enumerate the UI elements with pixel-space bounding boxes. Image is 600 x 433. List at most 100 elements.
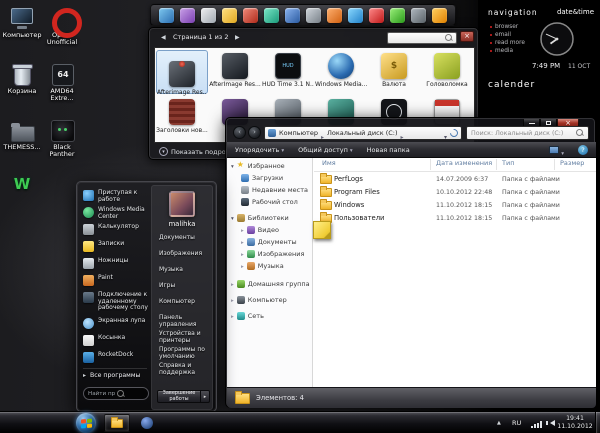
share-button[interactable]: Общий доступ bbox=[298, 146, 352, 154]
volume-icon[interactable] bbox=[547, 420, 555, 426]
start-item-devices-printers[interactable]: Устройства и принтеры bbox=[159, 331, 213, 344]
shutdown-button[interactable]: Завершение работы bbox=[157, 390, 201, 403]
refresh-icon[interactable] bbox=[448, 127, 459, 138]
help-icon[interactable] bbox=[578, 145, 588, 155]
dock-icon-star-app[interactable] bbox=[222, 8, 237, 23]
gadget-item[interactable]: Валюта bbox=[368, 50, 420, 94]
nav-favorites[interactable]: Избранное bbox=[231, 162, 285, 170]
network-icon[interactable] bbox=[531, 421, 542, 428]
start-item-solitaire[interactable]: Косынка bbox=[83, 335, 151, 346]
show-desktop-button[interactable] bbox=[595, 412, 600, 433]
desktop-icon-winamp[interactable] bbox=[2, 172, 42, 198]
dock-icon-browser[interactable] bbox=[348, 8, 363, 23]
close-icon[interactable] bbox=[460, 31, 474, 42]
file-row-windows[interactable]: Windows 11.10.2012 18:15 Папка с файлами bbox=[314, 199, 596, 212]
desktop-icon-computer[interactable]: Компьютер bbox=[2, 6, 42, 39]
dock-icon-red-app[interactable] bbox=[243, 8, 258, 23]
shutdown-options-icon[interactable] bbox=[201, 390, 210, 403]
desktop-icon-black-panther[interactable]: Black Panther bbox=[42, 118, 82, 159]
gadget-item[interactable]: Головоломка bbox=[421, 50, 473, 94]
nav-documents[interactable]: Документы bbox=[241, 238, 297, 246]
breadcrumb-separator-icon[interactable] bbox=[401, 124, 404, 143]
dock-icon-chat[interactable] bbox=[264, 8, 279, 23]
address-dropdown-icon[interactable] bbox=[444, 124, 447, 143]
nav-music[interactable]: Музыка bbox=[241, 262, 284, 270]
start-item-magnifier[interactable]: Экранная лупа bbox=[83, 318, 151, 329]
gadget-item[interactable]: Заголовки нов... bbox=[156, 96, 208, 140]
sidebar-link-email[interactable]: email bbox=[490, 32, 511, 38]
back-button[interactable]: ‹ bbox=[233, 126, 246, 139]
expand-icon[interactable] bbox=[231, 280, 234, 288]
column-header-type[interactable]: Тип bbox=[502, 159, 514, 167]
breadcrumb-computer[interactable]: Компьютер bbox=[279, 129, 318, 137]
expand-icon[interactable] bbox=[231, 296, 234, 304]
dock-icon-documents[interactable] bbox=[201, 8, 216, 23]
start-item-computer[interactable]: Компьютер bbox=[159, 299, 213, 306]
forward-button[interactable]: › bbox=[248, 126, 261, 139]
expand-icon[interactable] bbox=[241, 250, 244, 258]
dock-icon-settings[interactable] bbox=[411, 8, 426, 23]
desktop-icon-opera[interactable]: Opera Unofficial bbox=[42, 6, 82, 47]
explorer-search-input[interactable]: Поиск: Локальный диск (C:) bbox=[466, 126, 589, 140]
gadget-item[interactable]: Afterimage Res... bbox=[156, 50, 208, 94]
tray-expand-icon[interactable] bbox=[497, 420, 501, 426]
breadcrumb-separator-icon[interactable] bbox=[321, 124, 324, 143]
nav-recent-places[interactable]: Недавние места bbox=[241, 186, 308, 194]
language-indicator[interactable]: RU bbox=[512, 419, 521, 427]
breadcrumb-local-disk[interactable]: Локальный диск (C:) bbox=[327, 129, 398, 137]
collapse-icon[interactable] bbox=[231, 162, 234, 170]
start-item-remote-desktop[interactable]: Подключение к удаленному рабочему столу bbox=[83, 292, 151, 312]
expand-icon[interactable] bbox=[241, 262, 244, 270]
dock-icon-media-player[interactable] bbox=[159, 8, 174, 23]
taskbar-media-player-button[interactable] bbox=[134, 414, 160, 432]
page-next-icon[interactable]: ▶ bbox=[235, 34, 240, 41]
start-item-documents[interactable]: Документы bbox=[159, 235, 213, 242]
nav-desktop[interactable]: Рабочий стол bbox=[241, 198, 298, 206]
expand-icon[interactable] bbox=[241, 238, 244, 246]
file-row-perflogs[interactable]: PerfLogs 14.07.2009 6:37 Папка с файлами bbox=[314, 173, 596, 186]
gadget-item[interactable]: HUD Time 3.1 N... bbox=[262, 50, 314, 94]
address-bar[interactable]: Компьютер Локальный диск (C:) bbox=[264, 126, 462, 140]
organize-button[interactable]: Упорядочить bbox=[235, 146, 284, 154]
start-item-control-panel[interactable]: Панель управления bbox=[159, 315, 213, 328]
taskbar-clock[interactable]: 19:41 11.10.2012 bbox=[556, 415, 594, 431]
desktop-icon-recycle-bin[interactable]: Корзина bbox=[2, 62, 42, 95]
desktop-icon-themes[interactable]: THEMESS... bbox=[2, 118, 42, 151]
start-search-input[interactable]: Найти программы и файлы bbox=[83, 387, 149, 400]
dock-icon-mail[interactable] bbox=[327, 8, 342, 23]
sidebar-link-media[interactable]: media bbox=[490, 48, 513, 54]
start-item-paint[interactable]: Paint bbox=[83, 275, 151, 286]
start-item-music[interactable]: Музыка bbox=[159, 267, 213, 274]
start-item-snipping-tool[interactable]: Ножницы bbox=[83, 258, 151, 269]
sticky-note-gadget[interactable] bbox=[313, 221, 331, 239]
start-item-media-center[interactable]: Windows Media Center bbox=[83, 207, 151, 220]
start-item-default-programs[interactable]: Программы по умолчанию bbox=[159, 347, 213, 360]
expand-icon[interactable] bbox=[241, 226, 244, 234]
start-item-pictures[interactable]: Изображения bbox=[159, 251, 213, 258]
column-header-name[interactable]: Имя bbox=[322, 159, 336, 167]
taskbar-explorer-button[interactable] bbox=[104, 414, 130, 432]
collapse-icon[interactable] bbox=[231, 214, 234, 222]
all-programs-button[interactable]: Все программы bbox=[83, 372, 140, 379]
gadget-item[interactable]: Windows Media... bbox=[315, 50, 367, 94]
sidebar-link-read-more[interactable]: read more bbox=[490, 40, 525, 46]
file-row-program-files[interactable]: Program Files 10.10.2012 22:48 Папка с ф… bbox=[314, 186, 596, 199]
nav-computer[interactable]: Компьютер bbox=[231, 296, 287, 304]
start-item-rocketdock[interactable]: RocketDock bbox=[83, 352, 151, 363]
dock-icon-globe[interactable] bbox=[285, 8, 300, 23]
page-prev-icon[interactable]: ◀ bbox=[161, 34, 166, 41]
nav-network[interactable]: Сеть bbox=[231, 312, 264, 320]
sidebar-link-browser[interactable]: browser bbox=[490, 24, 518, 30]
change-view-button[interactable] bbox=[549, 140, 564, 159]
expand-icon[interactable] bbox=[231, 312, 234, 320]
dock-icon-close-app[interactable] bbox=[369, 8, 384, 23]
start-item-getting-started[interactable]: Приступая к работе bbox=[83, 190, 151, 203]
nav-videos[interactable]: Видео bbox=[241, 226, 279, 234]
nav-pictures[interactable]: Изображения bbox=[241, 250, 304, 258]
dock-icon-green-orb[interactable] bbox=[390, 8, 405, 23]
start-item-help-support[interactable]: Справка и поддержка bbox=[159, 363, 213, 376]
username[interactable]: malihka bbox=[152, 220, 212, 228]
start-item-calculator[interactable]: Калькулятор bbox=[83, 224, 151, 235]
gadget-search-input[interactable] bbox=[387, 32, 457, 44]
start-item-games[interactable]: Игры bbox=[159, 283, 213, 290]
